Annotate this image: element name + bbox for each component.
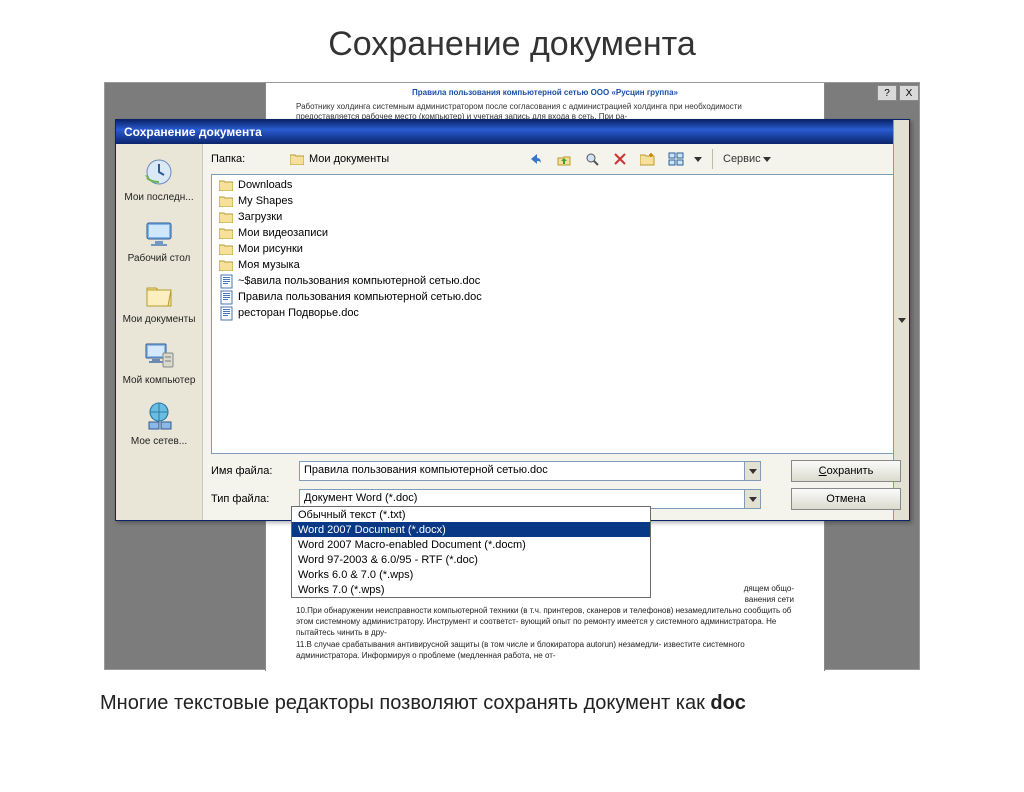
place-mycomp[interactable]: Мой компьютер xyxy=(118,333,200,392)
save-button[interactable]: Сохранить xyxy=(791,460,901,482)
views-button[interactable] xyxy=(666,149,686,169)
filetype-value: Документ Word (*.doc) xyxy=(304,492,417,504)
file-name: ресторан Подворье.doc xyxy=(238,307,359,319)
bg-line: 11.В случае срабатывания антивирусной за… xyxy=(296,639,794,661)
views-dropdown-icon[interactable] xyxy=(694,157,702,162)
filetype-label: Тип файла: xyxy=(211,493,289,505)
folder-icon xyxy=(218,225,234,241)
current-folder-text: Мои документы xyxy=(309,153,389,165)
folder-icon xyxy=(218,257,234,273)
place-label: Мои последн... xyxy=(118,192,200,203)
folder-icon xyxy=(218,241,234,257)
place-label: Мое сетев... xyxy=(118,436,200,447)
delete-button[interactable] xyxy=(610,149,630,169)
file-list[interactable]: Downloads My Shapes Загрузки Мои видеозапис… xyxy=(211,174,901,454)
file-name: My Shapes xyxy=(238,195,293,207)
chevron-down-icon xyxy=(744,490,760,508)
folder-label: Папка: xyxy=(211,153,281,165)
dialog-title: Сохранение документа xyxy=(124,125,262,139)
slide-caption: Многие текстовые редакторы позволяют сох… xyxy=(100,692,1024,715)
folder-icon xyxy=(218,193,234,209)
mycomp-icon xyxy=(141,337,177,373)
bg-window-controls: ? X xyxy=(875,83,919,103)
filetype-option[interactable]: Works 7.0 (*.wps) xyxy=(292,582,650,597)
back-button[interactable] xyxy=(526,149,546,169)
filetype-option[interactable]: Word 2007 Macro-enabled Document (*.docm… xyxy=(292,537,650,552)
file-item[interactable]: ресторан Подворье.doc xyxy=(216,305,896,321)
file-name: Моя музыка xyxy=(238,259,300,271)
folder-combobox[interactable]: Мои документы xyxy=(289,151,504,168)
filename-value: Правила пользования компьютерной сетью.d… xyxy=(304,464,548,476)
file-item[interactable]: Моя музыка xyxy=(216,257,896,273)
dialog-footer: Имя файла: Правила пользования компьютер… xyxy=(203,454,909,520)
file-name: Загрузки xyxy=(238,211,282,223)
place-recent[interactable]: Мои последн... xyxy=(118,150,200,209)
folder-icon xyxy=(289,151,305,167)
folder-icon xyxy=(218,209,234,225)
document-icon xyxy=(218,289,234,305)
dialog-toolbar: Папка: Мои документы xyxy=(203,144,909,174)
help-button[interactable]: ? xyxy=(877,85,897,101)
place-desktop[interactable]: Рабочий стол xyxy=(118,211,200,270)
screenshot-area: ? X Правила пользования компьютерной сет… xyxy=(104,82,920,670)
bg-line: 10.При обнаружении неисправности компьют… xyxy=(296,605,794,639)
desktop-icon xyxy=(141,215,177,251)
close-button[interactable]: X xyxy=(899,85,919,101)
file-item[interactable]: Мои видеозаписи xyxy=(216,225,896,241)
recent-icon xyxy=(141,154,177,190)
save-button-text: охранить xyxy=(827,465,874,477)
filetype-dropdown[interactable]: Обычный текст (*.txt)Word 2007 Document … xyxy=(291,506,651,598)
slide-title: Сохранение документа xyxy=(0,25,1024,64)
file-name: Правила пользования компьютерной сетью.d… xyxy=(238,291,482,303)
filetype-option[interactable]: Обычный текст (*.txt) xyxy=(292,507,650,522)
file-item[interactable]: Загрузки xyxy=(216,209,896,225)
file-name: Downloads xyxy=(238,179,292,191)
search-web-button[interactable] xyxy=(582,149,602,169)
places-bar: Мои последн... Рабочий стол Мои документы М… xyxy=(116,144,203,520)
place-label: Мой компьютер xyxy=(118,375,200,386)
chevron-down-icon xyxy=(744,462,760,480)
file-name: Мои видеозаписи xyxy=(238,227,328,239)
filetype-option[interactable]: Word 97-2003 & 6.0/95 - RTF (*.doc) xyxy=(292,552,650,567)
file-item[interactable]: My Shapes xyxy=(216,193,896,209)
place-label: Мои документы xyxy=(118,314,200,325)
folder-icon xyxy=(218,177,234,193)
mydocs-icon xyxy=(141,276,177,312)
dialog-titlebar: Сохранение документа xyxy=(116,120,909,144)
service-menu[interactable]: Сервис xyxy=(723,153,771,165)
filetype-option[interactable]: Works 6.0 & 7.0 (*.wps) xyxy=(292,567,650,582)
document-icon xyxy=(218,273,234,289)
filetype-option[interactable]: Word 2007 Document (*.docx) xyxy=(292,522,650,537)
file-item[interactable]: Правила пользования компьютерной сетью.d… xyxy=(216,289,896,305)
cancel-button[interactable]: Отмена xyxy=(791,488,901,510)
up-one-level-button[interactable] xyxy=(554,149,574,169)
save-dialog: Сохранение документа Мои последн... Рабоч… xyxy=(115,119,910,521)
file-item[interactable]: Downloads xyxy=(216,177,896,193)
file-item[interactable]: ~$авила пользования компьютерной сетью.d… xyxy=(216,273,896,289)
file-name: ~$авила пользования компьютерной сетью.d… xyxy=(238,275,480,287)
filename-field[interactable]: Правила пользования компьютерной сетью.d… xyxy=(299,461,761,481)
place-network[interactable]: Мое сетев... xyxy=(118,394,200,453)
network-icon xyxy=(141,398,177,434)
service-label: Сервис xyxy=(723,153,761,165)
new-folder-button[interactable] xyxy=(638,149,658,169)
document-icon xyxy=(218,305,234,321)
file-item[interactable]: Мои рисунки xyxy=(216,241,896,257)
place-mydocs[interactable]: Мои документы xyxy=(118,272,200,331)
place-label: Рабочий стол xyxy=(118,253,200,264)
bg-doc-title: Правила пользования компьютерной сетью О… xyxy=(296,88,794,98)
filename-label: Имя файла: xyxy=(211,465,289,477)
file-name: Мои рисунки xyxy=(238,243,303,255)
